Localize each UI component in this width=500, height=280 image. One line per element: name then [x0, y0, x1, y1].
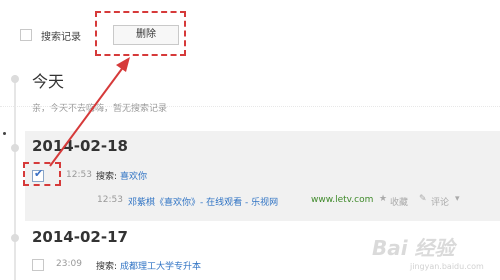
favorite-button[interactable]: 收藏 [390, 195, 408, 208]
star-icon: ★ [379, 194, 388, 204]
chevron-down-icon[interactable]: ▾ [455, 194, 460, 204]
search-label: 搜索: [96, 262, 118, 272]
section-divider [0, 106, 500, 107]
bullet-dot [3, 132, 6, 135]
comment-button[interactable]: 评论 [431, 195, 449, 208]
row-time: 12:53 [97, 195, 123, 205]
row-time: 23:09 [56, 259, 82, 269]
row-checkbox[interactable] [32, 259, 44, 271]
comment-icon: ✎ [419, 194, 427, 204]
watermark-logo: Bai 经验 [372, 236, 455, 260]
search-query-link[interactable]: 喜欢你 [120, 169, 147, 182]
select-all-checkbox[interactable] [20, 29, 32, 41]
search-query-link[interactable]: 成都理工大学专升本 [120, 259, 201, 272]
delete-button-annotation-box [95, 11, 186, 56]
date-heading: 2014-02-17 [32, 228, 128, 246]
row-time: 12:53 [66, 170, 92, 180]
search-records-label: 搜索记录 [41, 32, 81, 43]
today-heading: 今天 [32, 72, 65, 91]
result-title-link[interactable]: 邓紫棋《喜欢你》- 在线观看 - 乐视网 [128, 195, 278, 208]
timeline-dot-day-2 [11, 234, 19, 242]
today-empty-message: 亲，今天不去嗨嗨，暂无搜索记录 [32, 104, 168, 114]
timeline-dot-day-1 [11, 144, 19, 152]
timeline-dot-today [11, 75, 19, 83]
search-label: 搜索: [96, 172, 118, 182]
checkbox-annotation-box [23, 162, 61, 186]
watermark-url: jingyan.baidu.com [410, 262, 484, 271]
result-url: www.letv.com [311, 195, 374, 205]
date-heading: 2014-02-18 [32, 137, 128, 155]
